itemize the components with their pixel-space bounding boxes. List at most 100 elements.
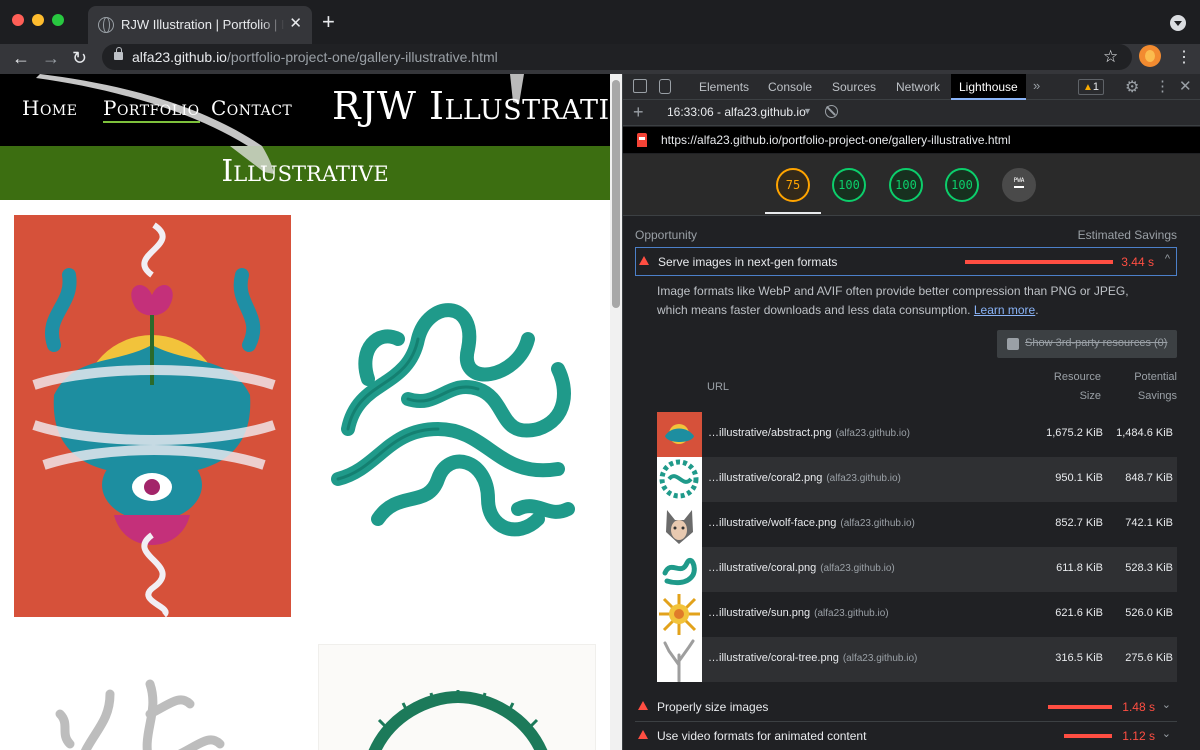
forward-arrow-icon[interactable]: →: [42, 47, 60, 69]
score-gauge-seo[interactable]: 100: [945, 168, 979, 202]
chevron-down-icon[interactable]: ⌄: [1162, 727, 1171, 740]
tab-lighthouse[interactable]: Lighthouse: [951, 74, 1026, 100]
settings-gear-icon[interactable]: ⚙: [1125, 77, 1139, 97]
table-row[interactable]: …illustrative/abstract.png (alfa23.github…: [657, 412, 1177, 457]
resource-url[interactable]: …illustrative/coral2.png (alfa23.github.i…: [708, 472, 901, 484]
potential-savings: 742.1 KiB: [1125, 517, 1173, 529]
resource-url[interactable]: …illustrative/abstract.png (alfa23.github…: [708, 427, 910, 439]
new-report-icon[interactable]: +: [633, 102, 644, 123]
bookmark-star-icon[interactable]: ☆: [1103, 47, 1118, 67]
chevron-up-icon[interactable]: ^: [1165, 253, 1170, 265]
tab-network[interactable]: Network: [888, 74, 948, 100]
coral-tree-illustration[interactable]: [40, 674, 270, 750]
tab-console[interactable]: Console: [760, 74, 820, 100]
page-scrollbar[interactable]: [610, 74, 622, 750]
audit-video-formats[interactable]: Use video formats for animated content 1…: [635, 722, 1177, 750]
resource-size: 611.8 KiB: [1056, 562, 1103, 574]
reload-icon[interactable]: ↻: [72, 47, 87, 69]
audit-savings: 1.48 s: [1122, 700, 1155, 714]
url-text[interactable]: alfa23.github.io/portfolio-project-one/g…: [132, 49, 498, 65]
potential-savings: 528.3 KiB: [1125, 562, 1173, 574]
tab-sources[interactable]: Sources: [824, 74, 884, 100]
audit-title: Use video formats for animated content: [657, 729, 867, 743]
abstract-illustration[interactable]: [14, 215, 291, 618]
table-row[interactable]: …illustrative/wolf-face.png (alfa23.githu…: [657, 502, 1177, 547]
resource-url[interactable]: …illustrative/wolf-face.png (alfa23.githu…: [708, 517, 915, 529]
potential-savings: 526.0 KiB: [1125, 607, 1173, 619]
resource-url[interactable]: …illustrative/sun.png (alfa23.github.io): [708, 607, 889, 619]
report-selector[interactable]: 16:33:06 - alfa23.github.io: [667, 105, 806, 119]
wolf-face-icon: [657, 502, 702, 547]
table-row[interactable]: …illustrative/coral.png (alfa23.github.io…: [657, 547, 1177, 592]
inspect-element-icon[interactable]: [633, 79, 647, 93]
maximize-window-button[interactable]: [52, 14, 64, 26]
estimated-savings-label: Estimated Savings: [1077, 228, 1177, 242]
resource-size: 852.7 KiB: [1055, 517, 1103, 529]
coral-tree-icon: [657, 637, 702, 682]
resource-size: 621.6 KiB: [1055, 607, 1103, 619]
resource-url[interactable]: …illustrative/coral.png (alfa23.github.io…: [708, 562, 895, 574]
audit-properly-size-images[interactable]: Properly size images 1.48 s ⌄: [635, 693, 1177, 722]
site-brand[interactable]: RJW Illustration: [332, 84, 610, 128]
score-gauge-pwa[interactable]: PWA: [1002, 168, 1036, 202]
score-gauge-performance[interactable]: 75: [776, 168, 810, 202]
lighthouse-toolbar: + 16:33:06 - alfa23.github.io ▼: [623, 100, 1200, 126]
coral-illustration[interactable]: [318, 279, 588, 559]
tab-close-icon[interactable]: ✕: [289, 15, 302, 33]
opportunity-header: Opportunity Estimated Savings: [635, 228, 1177, 242]
report-url[interactable]: https://alfa23.github.io/portfolio-proje…: [661, 133, 1011, 147]
minimize-window-button[interactable]: [32, 14, 44, 26]
audit-description: Image formats like WebP and AVIF often p…: [657, 284, 1129, 317]
table-row[interactable]: …illustrative/sun.png (alfa23.github.io) …: [657, 592, 1177, 637]
potential-savings: 275.6 KiB: [1125, 652, 1173, 664]
tab-elements[interactable]: Elements: [691, 74, 757, 100]
browser-tab[interactable]: RJW Illustration | Portfolio | Illustrat…: [88, 6, 312, 44]
table-row[interactable]: …illustrative/coral-tree.png (alfa23.gith…: [657, 637, 1177, 682]
title-bar: RJW Illustration | Portfolio | Illustrat…: [0, 0, 1200, 44]
section-banner: Illustrative: [0, 146, 610, 200]
devtools-menu-icon[interactable]: ⋮: [1155, 77, 1170, 95]
devtools-tabbar: Elements Console Sources Network Lightho…: [623, 74, 1200, 100]
clear-report-icon[interactable]: [825, 105, 838, 118]
nav-contact-link[interactable]: Contact: [211, 96, 292, 120]
chevron-down-icon[interactable]: ⌄: [1162, 698, 1171, 711]
lock-icon[interactable]: [114, 47, 123, 60]
column-potential-savings: Potential Savings: [1134, 371, 1177, 402]
close-devtools-icon[interactable]: ✕: [1179, 77, 1192, 95]
third-party-checkbox[interactable]: [1007, 338, 1019, 350]
warnings-badge[interactable]: ▲1: [1078, 79, 1105, 95]
more-tabs-icon[interactable]: »: [1033, 78, 1040, 93]
savings-bar: [965, 260, 1113, 264]
sun-illustration[interactable]: [318, 644, 596, 750]
learn-more-link[interactable]: Learn more: [974, 303, 1035, 317]
audit-next-gen-formats[interactable]: Serve images in next-gen formats 3.44 s …: [635, 247, 1177, 276]
audit-savings: 1.12 s: [1122, 729, 1155, 743]
new-tab-button[interactable]: +: [322, 11, 335, 33]
third-party-toggle[interactable]: Show 3rd-party resources (0): [997, 330, 1177, 358]
score-gauge-best-practices[interactable]: 100: [889, 168, 923, 202]
scrollbar-thumb[interactable]: [612, 80, 620, 308]
caret-down-icon[interactable]: ▼: [803, 106, 812, 116]
resource-size: 950.1 KiB: [1055, 472, 1103, 484]
warning-icon: ▲: [1083, 82, 1093, 93]
resource-table: …illustrative/abstract.png (alfa23.github…: [657, 412, 1177, 682]
score-gauge-accessibility[interactable]: 100: [832, 168, 866, 202]
address-bar[interactable]: alfa23.github.io/portfolio-project-one/g…: [102, 44, 1132, 70]
back-arrow-icon[interactable]: ←: [12, 47, 30, 69]
browser-menu-icon[interactable]: ⋮: [1176, 47, 1192, 67]
device-toolbar-icon[interactable]: [659, 79, 671, 94]
report-url-bar: https://alfa23.github.io/portfolio-proje…: [623, 127, 1200, 153]
table-row[interactable]: …illustrative/coral2.png (alfa23.github.i…: [657, 457, 1177, 502]
close-window-button[interactable]: [12, 14, 24, 26]
potential-savings: 848.7 KiB: [1125, 472, 1173, 484]
site-header: Home Portfolio Contact RJW Illustration: [0, 74, 610, 146]
section-title: Illustrative: [221, 154, 389, 189]
audit-title: Properly size images: [657, 700, 769, 714]
nav-home-link[interactable]: Home: [22, 96, 77, 120]
resource-url[interactable]: …illustrative/coral-tree.png (alfa23.gith…: [708, 652, 917, 664]
tab-search-icon[interactable]: [1170, 15, 1186, 31]
sun-icon: [657, 592, 702, 637]
profile-avatar[interactable]: [1139, 45, 1161, 67]
nav-portfolio-link[interactable]: Portfolio: [103, 96, 200, 123]
active-score-indicator: [765, 212, 821, 214]
